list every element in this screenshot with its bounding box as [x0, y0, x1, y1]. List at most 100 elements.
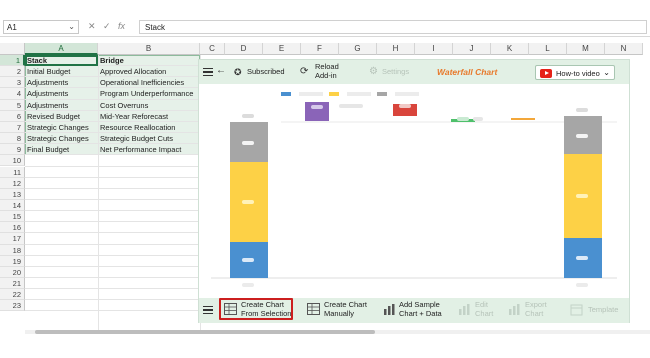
row-header-12[interactable]: 12	[0, 177, 25, 189]
row-header-5[interactable]: 5	[0, 99, 25, 111]
gridline	[25, 254, 200, 256]
table-cell[interactable]: Final Budget	[25, 144, 98, 155]
select-all-corner[interactable]	[0, 43, 25, 55]
row-header-17[interactable]: 17	[0, 233, 25, 245]
template-icon	[570, 304, 583, 316]
create-manually-label-2[interactable]: Manually	[324, 309, 354, 319]
column-header-n[interactable]: N	[605, 43, 643, 55]
column-header-j[interactable]: J	[453, 43, 491, 55]
table-cell[interactable]: Adjustments	[25, 77, 98, 88]
chevron-down-icon[interactable]: ⌄	[68, 22, 75, 31]
table-cell[interactable]: Operational Inefficiencies	[98, 77, 200, 88]
row-header-9[interactable]: 9	[0, 144, 25, 156]
table-cell[interactable]: Program Underperformance	[98, 88, 200, 99]
horizontal-scrollbar[interactable]	[25, 330, 650, 334]
table-cell[interactable]: Resource Reallocation	[98, 122, 200, 133]
column-header-i[interactable]: I	[415, 43, 453, 55]
table-cell[interactable]: Adjustments	[25, 100, 98, 111]
table-cell[interactable]: Net Performance Impact	[98, 144, 200, 155]
chevron-down-icon: ⌄	[603, 68, 610, 77]
column-header-b[interactable]: B	[98, 43, 200, 55]
row-header-13[interactable]: 13	[0, 188, 25, 200]
row-header-1[interactable]: 1	[0, 55, 25, 67]
axis-label-placeholder	[242, 283, 254, 287]
axis-label-placeholder	[576, 283, 588, 287]
row-header-7[interactable]: 7	[0, 121, 25, 134]
reload-label-2[interactable]: Add-in	[315, 71, 337, 81]
row-header-11[interactable]: 11	[0, 166, 25, 178]
menu-icon[interactable]	[203, 306, 213, 314]
row-header-19[interactable]: 19	[0, 255, 25, 267]
column-header-f[interactable]: F	[301, 43, 339, 55]
howto-video-button[interactable]: How-to video ⌄	[535, 65, 615, 80]
row-header-23[interactable]: 23	[0, 300, 25, 312]
table-cell[interactable]: Strategic Changes	[25, 133, 98, 144]
active-cell-border	[25, 55, 98, 66]
bridge-bar-orange	[511, 118, 535, 120]
table-cell[interactable]: Approved Allocation	[98, 66, 200, 77]
bridge-bar-purple	[305, 102, 329, 121]
row-header-15[interactable]: 15	[0, 211, 25, 223]
table-cell[interactable]: Initial Budget	[25, 66, 98, 77]
cancel-icon[interactable]: ✕	[88, 20, 96, 32]
column-header-a[interactable]: A	[25, 43, 98, 55]
gridline	[25, 243, 200, 245]
gridline	[25, 299, 200, 301]
row-header-2[interactable]: 2	[0, 66, 25, 78]
column-header-g[interactable]: G	[339, 43, 377, 55]
add-sample-label-2[interactable]: Chart + Data	[399, 309, 442, 319]
enter-icon[interactable]: ✓	[103, 20, 111, 32]
row-header-8[interactable]: 8	[0, 133, 25, 145]
horizontal-scrollbar-thumb[interactable]	[35, 330, 375, 334]
row-header-6[interactable]: 6	[0, 110, 25, 122]
name-box[interactable]: A1 ⌄	[3, 20, 79, 34]
column-header-d[interactable]: D	[225, 43, 263, 55]
row-header-22[interactable]: 22	[0, 289, 25, 301]
gridline	[25, 232, 200, 234]
table-cell[interactable]: Strategic Changes	[25, 122, 98, 133]
back-arrow-icon[interactable]: ←	[216, 66, 226, 76]
row-header-18[interactable]: 18	[0, 244, 25, 256]
template-label: Template	[588, 305, 619, 314]
settings-label: Settings	[382, 67, 410, 76]
row-header-4[interactable]: 4	[0, 88, 25, 100]
menu-icon[interactable]	[203, 68, 213, 76]
legend-label-placeholder	[347, 92, 371, 96]
table-header-cell[interactable]: Bridge	[98, 55, 200, 66]
table-cell[interactable]: Adjustments	[25, 88, 98, 99]
table-cell[interactable]: Mid-Year Reforecast	[98, 111, 200, 122]
column-header-m[interactable]: M	[567, 43, 605, 55]
row-header-21[interactable]: 21	[0, 278, 25, 290]
row-header-16[interactable]: 16	[0, 222, 25, 234]
create-from-selection-button[interactable]	[219, 298, 293, 320]
gridline	[25, 187, 200, 189]
youtube-icon	[540, 68, 552, 78]
row-header-3[interactable]: 3	[0, 77, 25, 89]
table-cell[interactable]: Strategic Budget Cuts	[98, 133, 200, 144]
row-header-14[interactable]: 14	[0, 199, 25, 212]
data-label-placeholder	[242, 200, 254, 204]
table-cell[interactable]: Revised Budget	[25, 111, 98, 122]
create-manually-icon	[307, 303, 320, 315]
data-label-placeholder	[242, 114, 254, 118]
export-chart-label-2: Chart	[525, 309, 544, 318]
data-label-placeholder	[576, 108, 588, 112]
column-header-h[interactable]: H	[377, 43, 415, 55]
column-header-l[interactable]: L	[529, 43, 567, 55]
edit-chart-label-2: Chart	[475, 309, 494, 318]
column-header-c[interactable]: C	[200, 43, 225, 55]
data-label-placeholder	[576, 194, 588, 198]
row-header-10[interactable]: 10	[0, 155, 25, 167]
table-cell[interactable]: Cost Overruns	[98, 100, 200, 111]
subscribed-label[interactable]: Subscribed	[247, 67, 285, 77]
add-sample-icon	[384, 304, 395, 315]
data-label-placeholder	[576, 256, 588, 260]
data-label-placeholder	[473, 117, 483, 121]
insert-function-icon[interactable]: fx	[118, 20, 125, 32]
row-header-20[interactable]: 20	[0, 266, 25, 278]
column-header-e[interactable]: E	[263, 43, 301, 55]
column-header-k[interactable]: K	[491, 43, 529, 55]
reload-icon[interactable]: ⟳	[300, 67, 308, 77]
formula-input[interactable]: Stack	[139, 20, 647, 34]
data-label-placeholder	[339, 104, 363, 108]
